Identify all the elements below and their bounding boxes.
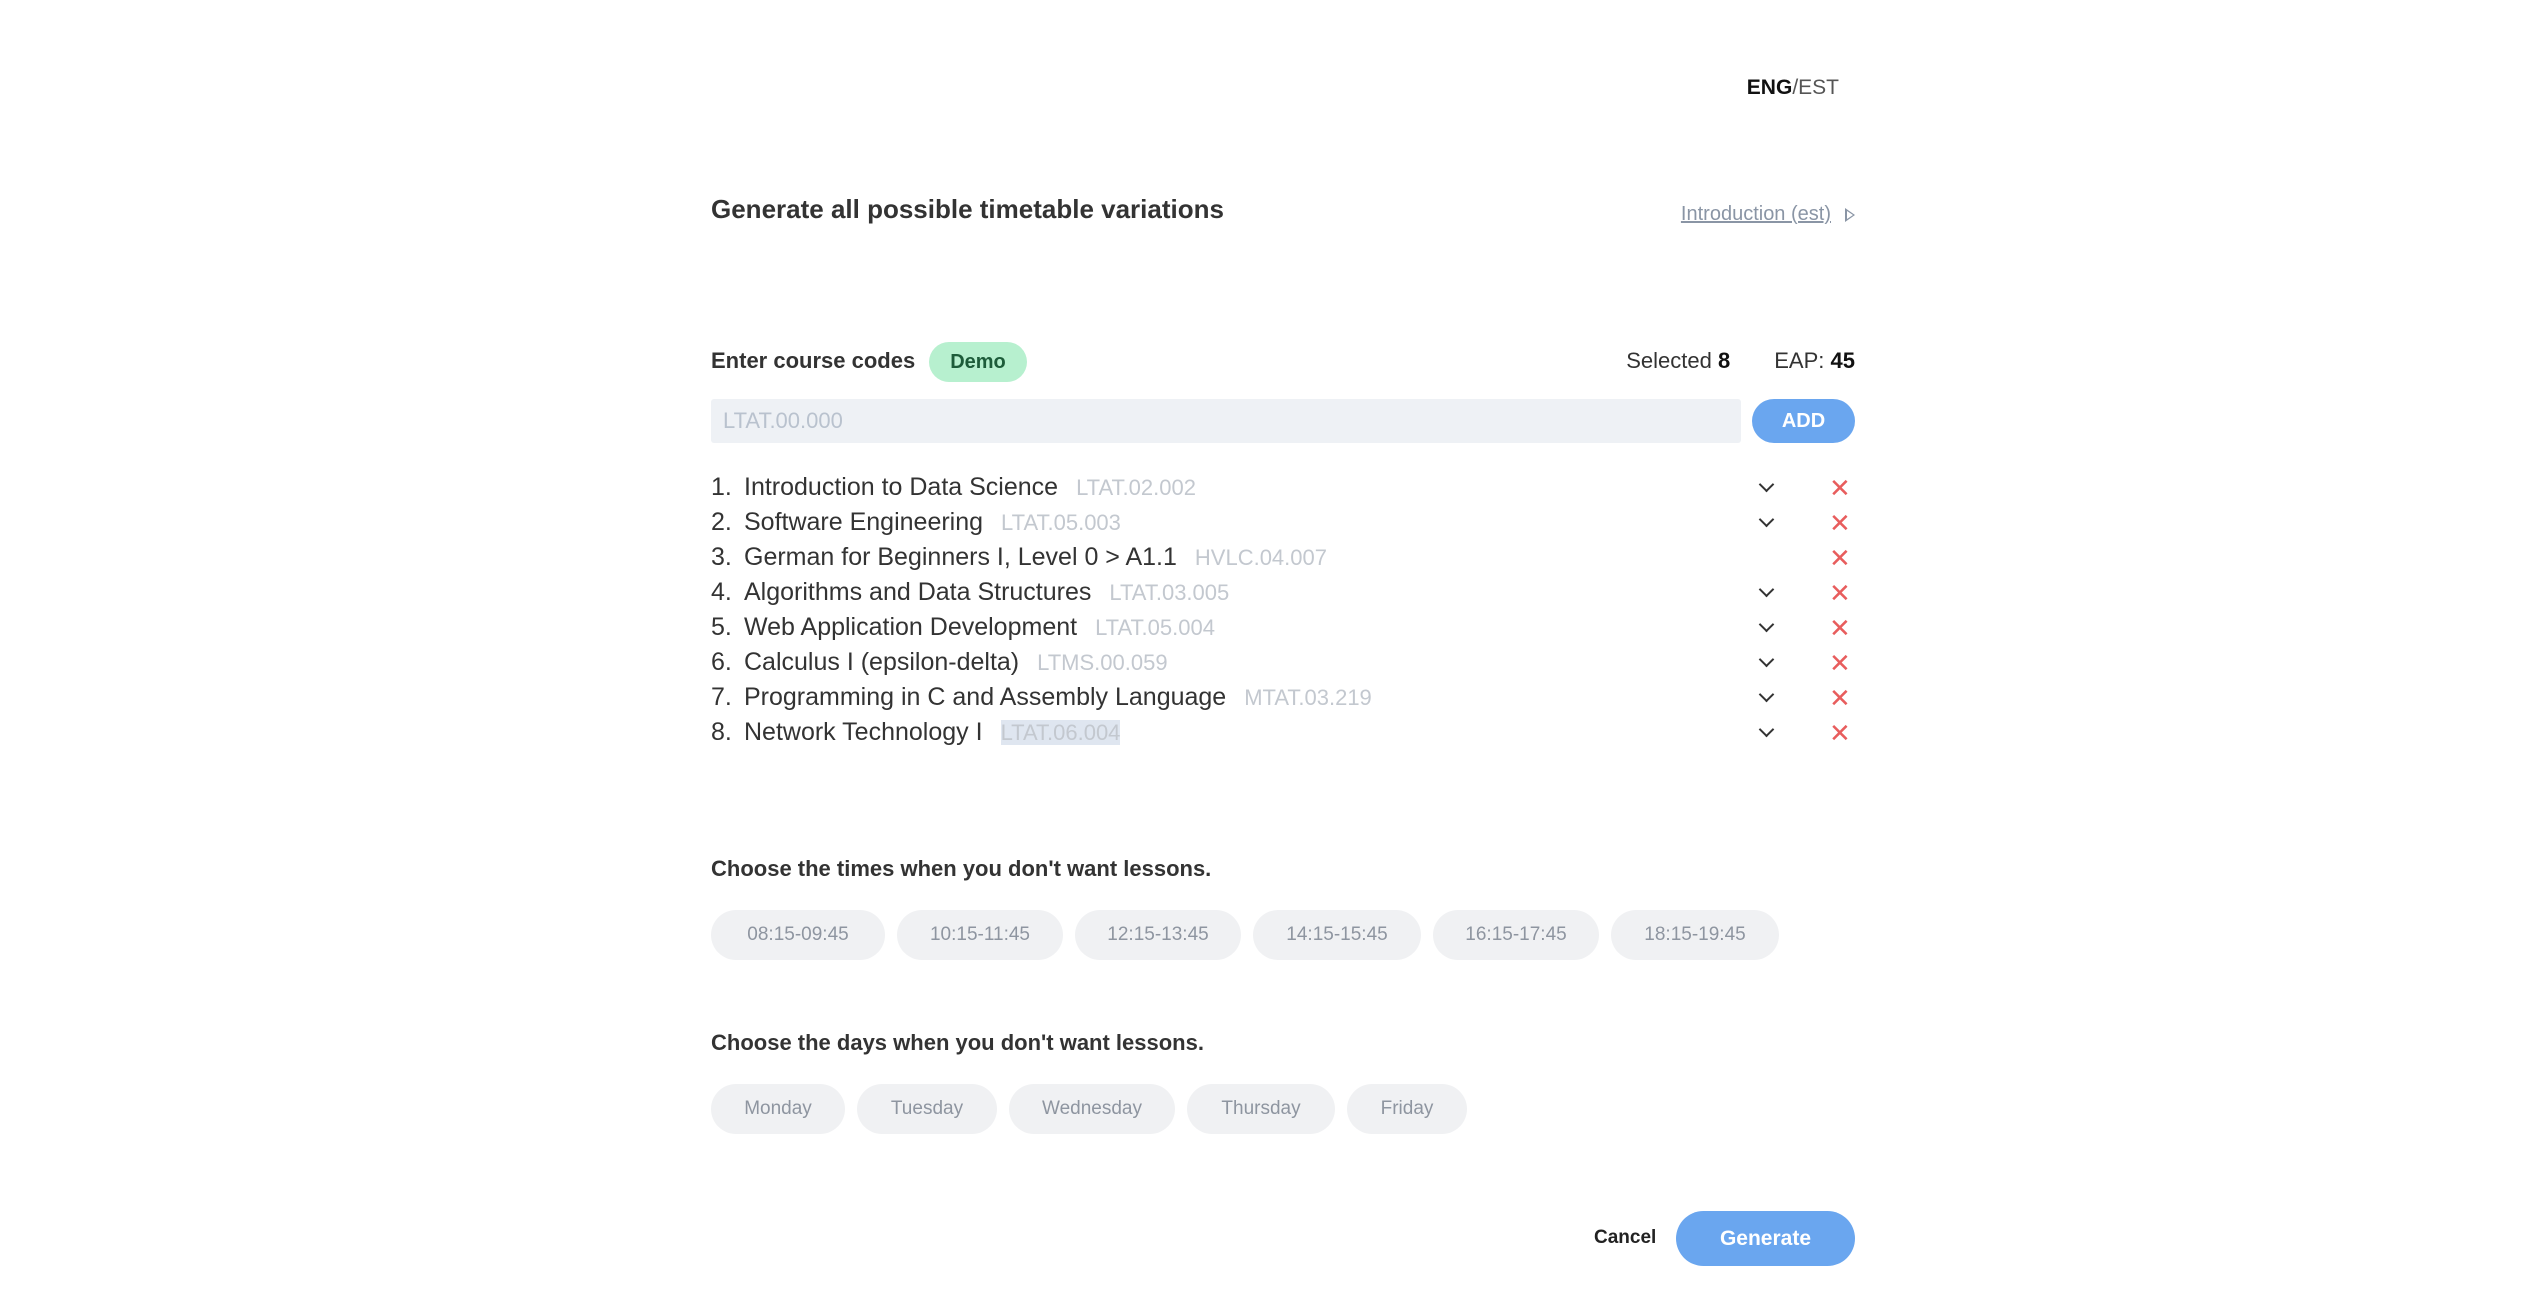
course-name: Calculus I (epsilon-delta) LTMS.00.059 — [744, 648, 1168, 677]
course-item: 8. Network Technology I LTAT.06.004 ✕ — [711, 715, 1855, 750]
course-item: 7. Programming in C and Assembly Language… — [711, 680, 1855, 715]
course-name: Introduction to Data Science LTAT.02.002 — [744, 473, 1196, 502]
course-name: Software Engineering LTAT.05.003 — [744, 508, 1121, 537]
cancel-button[interactable]: Cancel — [1594, 1227, 1656, 1249]
course-codes-label: Enter course codes — [711, 348, 916, 373]
generate-button[interactable]: Generate — [1676, 1211, 1855, 1266]
course-title: Programming in C and Assembly Language — [744, 683, 1227, 711]
course-name: Algorithms and Data Structures LTAT.03.00… — [744, 578, 1229, 607]
language-switcher: ENG/EST — [1747, 76, 1839, 100]
delete-course-icon[interactable]: ✕ — [1829, 473, 1851, 503]
chevron-down-icon[interactable] — [1755, 686, 1777, 708]
course-codes-header: Enter course codes Demo Selected 8 EAP: … — [711, 342, 1855, 382]
time-chips: 08:15-09:45 10:15-11:45 12:15-13:45 14:15-1… — [711, 910, 1779, 960]
course-title: German for Beginners I, Level 0 > A1.1 — [744, 543, 1177, 571]
time-slot-chip[interactable]: 18:15-19:45 — [1611, 910, 1779, 960]
course-title: Introduction to Data Science — [744, 473, 1059, 501]
course-item: 4. Algorithms and Data Structures LTAT.03.… — [711, 575, 1855, 610]
course-code: LTMS.00.059 — [1037, 650, 1168, 675]
chevron-down-icon[interactable] — [1755, 721, 1777, 743]
day-chip[interactable]: Thursday — [1187, 1084, 1335, 1134]
time-slot-chip[interactable]: 14:15-15:45 — [1253, 910, 1421, 960]
chevron-down-icon[interactable] — [1755, 511, 1777, 533]
course-code-input[interactable] — [711, 399, 1741, 443]
course-number: 4. — [711, 578, 732, 606]
delete-course-icon[interactable]: ✕ — [1829, 543, 1851, 573]
lang-est[interactable]: EST — [1798, 76, 1839, 99]
course-title: Web Application Development — [744, 613, 1078, 641]
delete-course-icon[interactable]: ✕ — [1829, 718, 1851, 748]
introduction-link[interactable]: Introduction (est) — [1681, 203, 1855, 226]
course-item: 5. Web Application Development LTAT.05.004… — [711, 610, 1855, 645]
add-course-button[interactable]: ADD — [1752, 399, 1855, 443]
delete-course-icon[interactable]: ✕ — [1829, 683, 1851, 713]
course-code: LTAT.05.003 — [1001, 510, 1121, 535]
time-slot-chip[interactable]: 08:15-09:45 — [711, 910, 885, 960]
course-code: LTAT.06.004 — [1000, 720, 1121, 745]
play-icon[interactable] — [1845, 207, 1855, 222]
course-list: 1. Introduction to Data Science LTAT.02.00… — [711, 470, 1855, 750]
course-title: Software Engineering — [744, 508, 984, 536]
day-chip[interactable]: Friday — [1347, 1084, 1467, 1134]
selection-stats: Selected 8 EAP: 45 — [1626, 348, 1855, 374]
times-section-label: Choose the times when you don't want les… — [711, 856, 1212, 881]
selected-label: Selected — [1626, 348, 1712, 373]
delete-course-icon[interactable]: ✕ — [1829, 578, 1851, 608]
course-title: Network Technology I — [744, 718, 983, 746]
day-chip[interactable]: Monday — [711, 1084, 845, 1134]
course-code: HVLC.04.007 — [1194, 545, 1327, 570]
course-code: LTAT.05.004 — [1095, 615, 1215, 640]
chevron-down-icon[interactable] — [1755, 581, 1777, 603]
course-code: LTAT.03.005 — [1109, 580, 1230, 605]
course-item: 2. Software Engineering LTAT.05.003 ✕ — [711, 505, 1855, 540]
delete-course-icon[interactable]: ✕ — [1829, 648, 1851, 678]
demo-button[interactable]: Demo — [929, 342, 1027, 382]
time-slot-chip[interactable]: 16:15-17:45 — [1433, 910, 1599, 960]
course-title: Calculus I (epsilon-delta) — [744, 648, 1020, 676]
course-name: German for Beginners I, Level 0 > A1.1 HV… — [744, 543, 1327, 572]
course-number: 6. — [711, 648, 732, 676]
chevron-down-icon[interactable] — [1755, 476, 1777, 498]
eap-label: EAP: — [1774, 348, 1825, 373]
lang-eng[interactable]: ENG — [1747, 76, 1793, 99]
course-item: 3. German for Beginners I, Level 0 > A1.1… — [711, 540, 1855, 575]
course-number: 2. — [711, 508, 732, 536]
day-chip[interactable]: Wednesday — [1009, 1084, 1175, 1134]
eap-total: EAP: 45 — [1774, 348, 1855, 374]
selected-count: Selected 8 — [1626, 348, 1730, 374]
time-slot-chip[interactable]: 12:15-13:45 — [1075, 910, 1241, 960]
delete-course-icon[interactable]: ✕ — [1829, 613, 1851, 643]
course-number: 5. — [711, 613, 732, 641]
course-code: MTAT.03.219 — [1244, 685, 1372, 710]
day-chips: Monday Tuesday Wednesday Thursday Friday — [711, 1084, 1467, 1134]
course-number: 1. — [711, 473, 732, 501]
eap-value: 45 — [1830, 348, 1855, 373]
course-name: Web Application Development LTAT.05.004 — [744, 613, 1215, 642]
course-title: Algorithms and Data Structures — [744, 578, 1092, 606]
delete-course-icon[interactable]: ✕ — [1829, 508, 1851, 538]
course-number: 7. — [711, 683, 732, 711]
course-item: 1. Introduction to Data Science LTAT.02.00… — [711, 470, 1855, 505]
course-number: 8. — [711, 718, 732, 746]
course-name: Network Technology I LTAT.06.004 — [744, 718, 1121, 747]
course-item: 6. Calculus I (epsilon-delta) LTMS.00.059 ✕ — [711, 645, 1855, 680]
days-section-label: Choose the days when you don't want less… — [711, 1030, 1204, 1055]
chevron-down-icon[interactable] — [1755, 651, 1777, 673]
introduction-link-label[interactable]: Introduction (est) — [1681, 203, 1831, 226]
course-number: 3. — [711, 543, 732, 571]
selected-value: 8 — [1718, 348, 1731, 373]
time-slot-chip[interactable]: 10:15-11:45 — [897, 910, 1063, 960]
course-name: Programming in C and Assembly Language MT… — [744, 683, 1372, 712]
chevron-down-icon[interactable] — [1755, 616, 1777, 638]
course-code: LTAT.02.002 — [1076, 475, 1196, 500]
day-chip[interactable]: Tuesday — [857, 1084, 997, 1134]
page-title: Generate all possible timetable variatio… — [711, 194, 1224, 224]
